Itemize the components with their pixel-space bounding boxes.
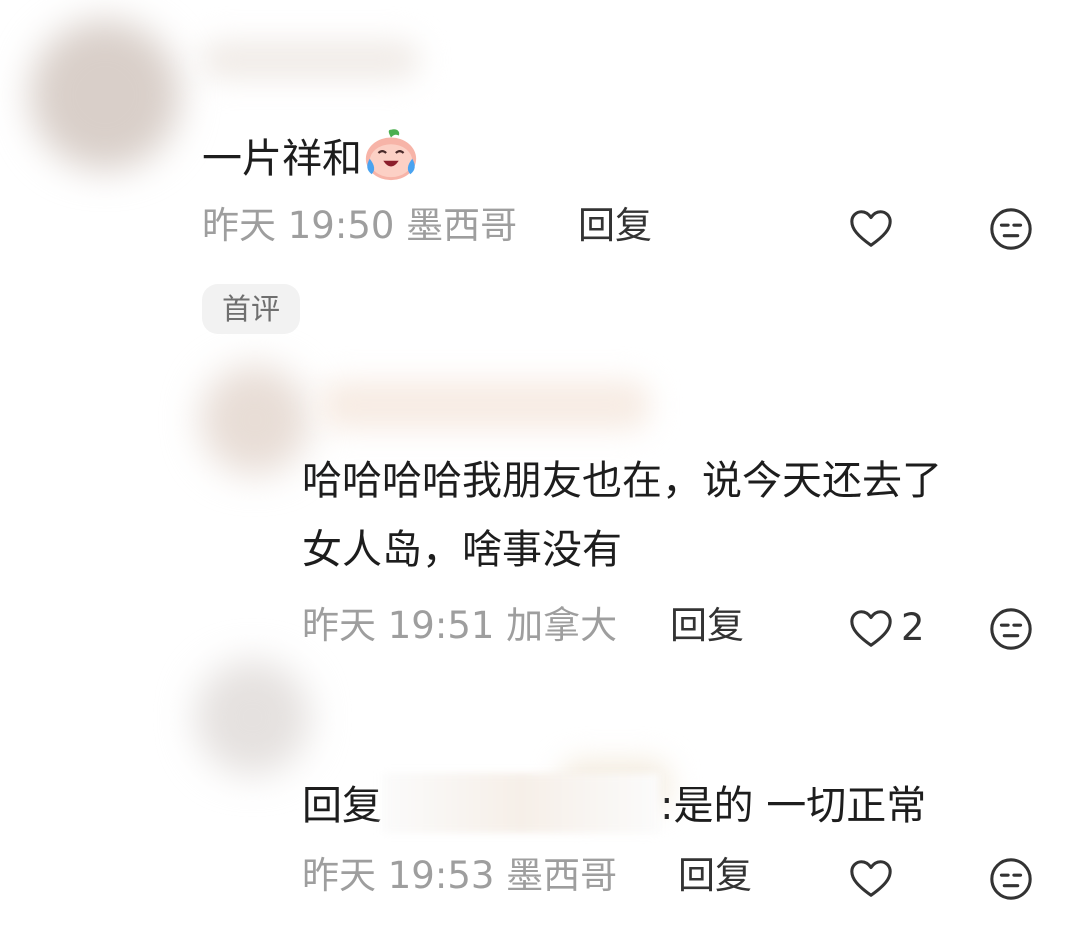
- username-blurred: [200, 40, 420, 80]
- comment-time: 19:50: [287, 204, 395, 247]
- reply-username-blurred: [320, 380, 650, 430]
- neutral-face-icon[interactable]: [988, 606, 1034, 652]
- reply-text-line1: 哈哈哈哈我朋友也在，说今天还去了: [302, 458, 942, 504]
- heart-outline-icon[interactable]: [848, 856, 894, 902]
- reply-button[interactable]: 回复: [578, 202, 652, 250]
- reply-avatar-blurred[interactable]: [200, 365, 310, 475]
- heart-outline-icon[interactable]: [848, 206, 894, 252]
- comment-text-label: 一片祥和: [202, 136, 362, 182]
- reply2-location: 墨西哥: [506, 854, 618, 897]
- comment-date: 昨天: [202, 204, 276, 247]
- comment-text: 一片祥和: [202, 124, 420, 187]
- avatar-blurred[interactable]: [30, 20, 180, 170]
- reply-text-line2: 女人岛，啥事没有: [302, 527, 622, 573]
- comment-meta: 昨天 19:50 墨西哥: [202, 202, 517, 250]
- mentioned-user-blurred[interactable]: [382, 773, 660, 833]
- heart-outline-icon[interactable]: [848, 606, 894, 652]
- first-comment-badge: 首评: [202, 284, 300, 334]
- reply-location: 加拿大: [506, 604, 618, 647]
- reply2-date: 昨天: [302, 854, 376, 897]
- reply-button[interactable]: 回复: [678, 852, 752, 900]
- reply2-text: 回复 :是的 一切正常: [302, 773, 926, 834]
- reply-date: 昨天: [302, 604, 376, 647]
- reply-button[interactable]: 回复: [670, 602, 744, 650]
- reply-meta: 昨天 19:51 加拿大: [302, 602, 617, 650]
- neutral-face-icon[interactable]: [988, 856, 1034, 902]
- reply2-avatar-blurred[interactable]: [195, 660, 310, 775]
- reply2-meta: 昨天 19:53 墨西哥: [302, 852, 617, 900]
- crying-laughing-peach-emoji-icon: [362, 124, 420, 182]
- reply2-body: :是的 一切正常: [660, 783, 927, 829]
- reply2-prefix: 回复: [302, 783, 382, 829]
- reply2-time: 19:53: [387, 854, 495, 897]
- reply-time: 19:51: [387, 604, 495, 647]
- like-count: 2: [901, 606, 925, 649]
- neutral-face-icon[interactable]: [988, 206, 1034, 252]
- comment-location: 墨西哥: [406, 204, 518, 247]
